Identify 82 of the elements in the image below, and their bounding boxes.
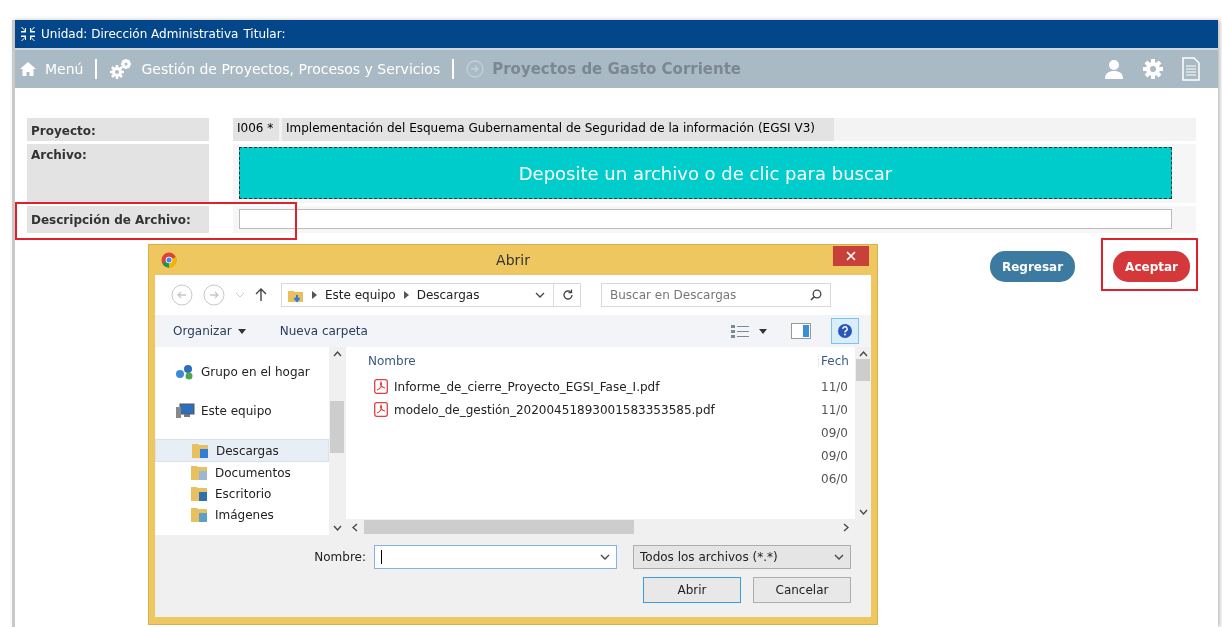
- nav-pane-item[interactable]: Descargas: [155, 439, 329, 462]
- cancel-button[interactable]: Cancelar: [753, 577, 851, 603]
- home-icon[interactable]: [19, 61, 37, 77]
- scrollbar[interactable]: [855, 347, 871, 519]
- breadcrumb-item[interactable]: Descargas: [416, 288, 480, 302]
- scroll-down-icon[interactable]: [858, 509, 868, 515]
- homegroup-icon: [175, 363, 195, 380]
- breadcrumb-item[interactable]: Este equipo: [325, 288, 396, 302]
- column-header[interactable]: Nombre: [368, 354, 818, 368]
- settings-icon[interactable]: [1142, 58, 1164, 80]
- open-button[interactable]: Abrir: [643, 577, 741, 603]
- help-button[interactable]: [831, 318, 859, 344]
- user-icon[interactable]: [1104, 59, 1124, 79]
- holder-label: Titular:: [243, 27, 286, 41]
- nav-pane-item[interactable]: Grupo en el hogar: [155, 361, 329, 382]
- scrollbar[interactable]: [329, 347, 345, 535]
- folder-icon: [192, 442, 210, 459]
- scrollbar[interactable]: [346, 519, 871, 535]
- file-date: 11/0: [820, 379, 849, 394]
- field-label: Archivo:: [27, 144, 209, 203]
- file-date: 06/0: [820, 471, 849, 486]
- project-code: I006 *: [233, 118, 279, 141]
- file-name[interactable]: modelo_de_gestión_20200451893001583353585.pdf: [394, 402, 715, 417]
- forward-icon[interactable]: [203, 284, 225, 306]
- pdf-icon: [374, 402, 388, 417]
- scroll-down-icon[interactable]: [332, 525, 342, 531]
- folder-icon: [191, 464, 209, 481]
- browser-logo-icon: [161, 252, 177, 268]
- chevron-icon: [403, 291, 409, 299]
- pdf-icon: [374, 379, 388, 394]
- view-options-icon[interactable]: [731, 324, 749, 338]
- address-bar[interactable]: Este equipo Descargas: [281, 283, 581, 307]
- file-date: 09/0: [820, 448, 849, 463]
- close-button[interactable]: [833, 246, 869, 266]
- dropdown-icon: [834, 554, 844, 560]
- collapse-icon[interactable]: [20, 26, 36, 42]
- up-arrow-icon[interactable]: [255, 288, 267, 302]
- back-button[interactable]: Regresar: [989, 251, 1076, 282]
- help-icon: [837, 323, 853, 339]
- scroll-right-icon[interactable]: [843, 522, 849, 532]
- nav-pane-item[interactable]: Este equipo: [155, 400, 329, 421]
- preview-pane-icon[interactable]: [791, 323, 811, 339]
- description-field[interactable]: [239, 209, 1172, 229]
- computer-icon: [175, 402, 195, 419]
- scroll-thumb[interactable]: [330, 401, 344, 453]
- back-icon[interactable]: [171, 284, 193, 306]
- nav-pane-item[interactable]: Escritorio: [155, 483, 329, 504]
- refresh-icon[interactable]: [562, 289, 574, 301]
- file-type-dropdown[interactable]: Todos los archivos (*.*): [633, 545, 851, 569]
- new-folder-button[interactable]: Nueva carpeta: [279, 324, 368, 338]
- scroll-thumb[interactable]: [856, 359, 870, 381]
- close-icon: [846, 251, 856, 261]
- arrow-circle-icon: [466, 60, 485, 78]
- project-name: Implementación del Esquema Gubernamental de Seguridad de la información (EGSI V3): [282, 118, 834, 141]
- scroll-left-icon[interactable]: [352, 522, 358, 532]
- dialog-title: Abrir: [495, 252, 531, 268]
- document-icon[interactable]: [1182, 57, 1200, 81]
- nav-pane-item[interactable]: Documentos: [155, 462, 329, 483]
- field-label: Descripción de Archivo:: [27, 206, 209, 233]
- chevron-icon: [312, 291, 317, 299]
- filename-field[interactable]: [374, 545, 617, 569]
- unit-label: Unidad: Dirección Administrativa: [41, 27, 239, 41]
- caret-icon: [237, 328, 246, 334]
- nav-pane-item[interactable]: Imágenes: [155, 504, 329, 525]
- folder-icon: [191, 506, 209, 523]
- search-field[interactable]: Buscar en Descargas: [601, 283, 831, 307]
- search-icon: [810, 289, 822, 301]
- scroll-up-icon[interactable]: [858, 351, 868, 357]
- organize-menu[interactable]: Organizar: [173, 324, 246, 338]
- file-name[interactable]: Informe_de_cierre_Proyecto_EGSI_Fase_I.pdf: [394, 379, 660, 394]
- accept-button[interactable]: Aceptar: [1113, 251, 1190, 282]
- file-date: 09/0: [820, 425, 849, 440]
- gears-icon[interactable]: [109, 58, 134, 80]
- file-date: 11/0: [820, 402, 849, 417]
- caret-icon[interactable]: [759, 328, 767, 334]
- scroll-thumb[interactable]: [364, 520, 634, 534]
- dropdown-icon[interactable]: [535, 292, 545, 298]
- filename-label: Nombre:: [314, 550, 366, 564]
- folder-icon: [191, 485, 209, 502]
- field-label: Proyecto:: [27, 118, 209, 141]
- dropdown-icon: [600, 554, 610, 560]
- scroll-up-icon[interactable]: [332, 351, 342, 357]
